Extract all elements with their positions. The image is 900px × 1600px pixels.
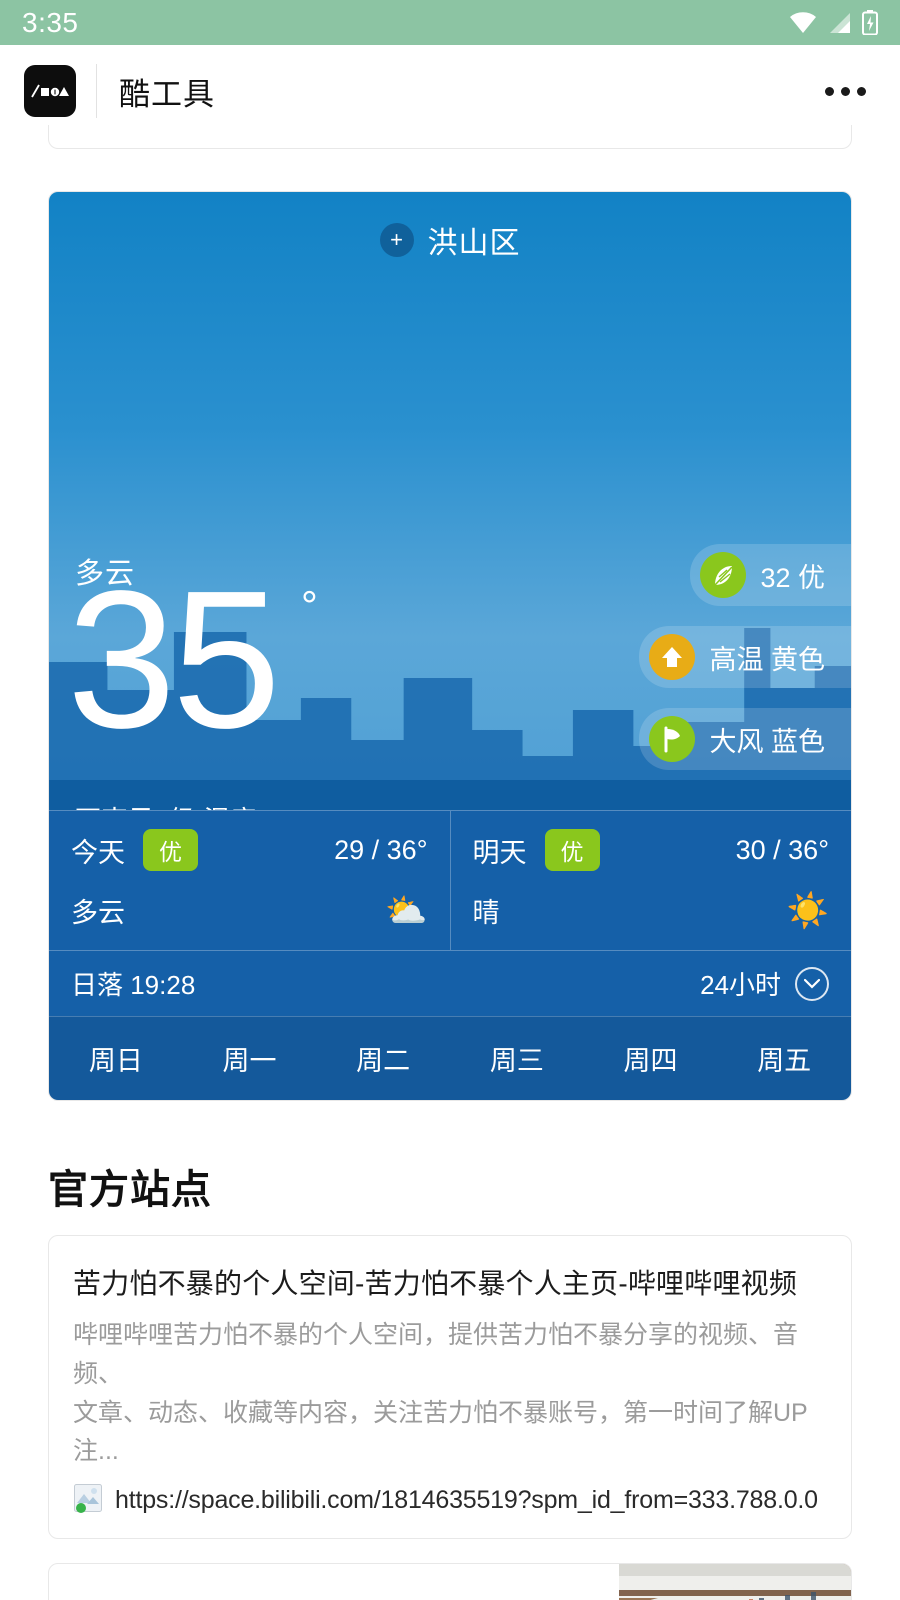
forecast-temp-range: 30 / 36° [735,834,829,865]
partly-cloudy-icon: ⛅ [385,891,428,930]
search-result-card[interactable]: 苦力怕不暴的个人空间-苦力怕不暴个人主页-哔哩哔哩视频 哔哩哔哩苦力怕不暴的个人… [48,1235,852,1539]
page-icon [73,1483,103,1518]
promo-text: 小天才资源库 推广 [176,1597,368,1600]
heat-warning-chip[interactable]: 高温 黄色 [639,626,851,688]
result-description-line: 哔哩哔哩苦力怕不暴的个人空间，提供苦力怕不暴分享的视频、音频、 [73,1321,799,1388]
promo-card[interactable]: 📖 小天才资源库 推广 [48,1563,852,1600]
app-logo-icon[interactable] [24,65,76,117]
page-title: 官方站点 [48,1168,212,1212]
promo-thumbnail [619,1564,851,1600]
weather-degree-symbol: ° [301,582,318,629]
arrow-up-icon [649,634,696,680]
location-name: 洪山区 [427,227,521,260]
weather-card[interactable]: + 洪山区 多云 35 ° 西南风5级 湿度52% 感觉天气燥热，记得补充水分。 [48,191,852,1101]
appbar-divider [96,64,97,118]
promo-content: 📖 小天才资源库 推广 [49,1564,619,1600]
leaf-icon [700,552,747,598]
forecast-aqi-badge: 优 [544,829,600,871]
weekday-tab[interactable]: 周五 [717,1039,851,1078]
signal-icon [830,12,850,33]
promo-title: 小天才资源库 [176,1597,368,1600]
more-options-icon[interactable] [825,86,876,96]
result-description-line: 文章、动态、收藏等内容，关注苦力怕不暴账号，第一时间了解UP注... [73,1398,808,1466]
forecast-aqi-badge: 优 [143,829,198,871]
aqi-chip[interactable]: 32 优 [690,544,851,606]
weather-chip-list: 32 优 高温 黄色 大风 蓝色 [639,544,851,790]
forecast-description: 多云 [71,898,125,928]
forecast-row: 今天 优 29 / 36° 多云 ⛅ 明天 优 30 / 36° 晴 ☀️ [49,810,851,950]
weekday-tab[interactable]: 周二 [316,1039,450,1078]
heat-warning-label: 高温 黄色 [709,644,825,675]
weekday-tabs: 周日 周一 周二 周三 周四 周五 [49,1016,851,1100]
app-bar: 酷工具 [0,45,900,137]
weekday-tab[interactable]: 周日 [49,1039,183,1078]
result-description: 哔哩哔哩苦力怕不暴的个人空间，提供苦力怕不暴分享的视频、音频、 文章、动态、收藏… [73,1316,827,1471]
sunny-icon: ☀️ [786,891,829,930]
status-icons [790,10,878,35]
wind-warning-label: 大风 蓝色 [709,726,825,757]
previous-card-stub [48,125,852,149]
weather-hero: + 洪山区 多云 35 ° 西南风5级 湿度52% 感觉天气燥热，记得补充水分。 [49,192,851,810]
weekday-tab[interactable]: 周三 [450,1039,584,1078]
weekday-tab[interactable]: 周四 [584,1039,718,1078]
weather-location-row[interactable]: + 洪山区 [49,192,851,262]
forecast-temp-range: 29 / 36° [334,834,428,865]
weather-temperature: 35 [67,550,281,769]
status-bar: 3:35 [0,0,900,45]
result-url-row[interactable]: https://space.bilibili.com/1814635519?sp… [73,1483,827,1518]
forecast-description: 晴 [472,898,500,928]
sunset-label: 日落 19:28 [71,970,196,1000]
weather-details: 西南风5级 湿度52% 感觉天气燥热，记得补充水分。 [75,802,446,810]
forecast-day-label: 明天 [472,837,527,868]
status-time: 3:35 [22,6,79,38]
app-title: 酷工具 [119,76,215,112]
aqi-chip-label: 32 优 [760,562,825,593]
wifi-icon [790,11,816,33]
wind-warning-chip[interactable]: 大风 蓝色 [639,708,851,770]
sunset-row: 日落 19:28 24小时 [49,950,851,1016]
hourly-label: 24小时 [700,970,781,1000]
weekday-tab[interactable]: 周一 [183,1039,317,1078]
wind-humidity: 西南风5级 湿度52% [75,802,446,810]
forecast-day-label: 今天 [71,837,125,868]
hourly-toggle[interactable]: 24小时 [700,965,829,1002]
result-url[interactable]: https://space.bilibili.com/1814635519?sp… [115,1486,818,1515]
forecast-tomorrow[interactable]: 明天 优 30 / 36° 晴 ☀️ [449,811,852,950]
chevron-down-icon[interactable] [795,966,829,1001]
battery-charging-icon [862,10,878,35]
flag-icon [649,716,696,762]
add-location-button[interactable]: + [379,223,414,257]
forecast-today[interactable]: 今天 优 29 / 36° 多云 ⛅ [49,811,450,950]
result-title[interactable]: 苦力怕不暴的个人空间-苦力怕不暴个人主页-哔哩哔哩视频 [73,1262,827,1302]
